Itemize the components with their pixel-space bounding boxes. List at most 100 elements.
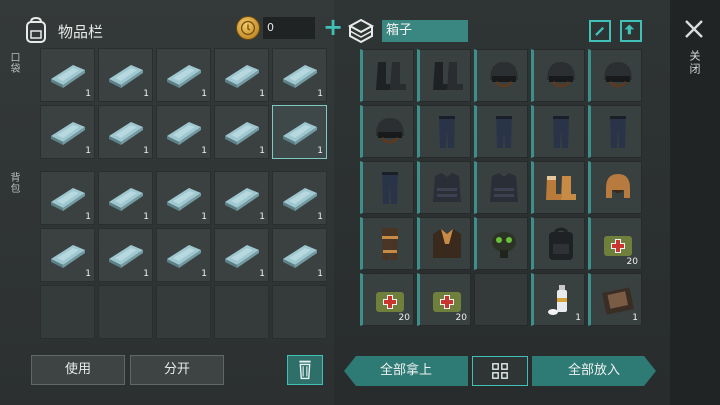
item-quantity: 1 (259, 146, 265, 156)
upload-button[interactable] (620, 20, 642, 42)
use-button[interactable]: 使用 (31, 355, 125, 385)
item-quantity: 1 (317, 269, 323, 279)
coin-value: 0 (263, 17, 315, 39)
empty-slot[interactable] (156, 285, 211, 339)
inventory-slot[interactable]: 1 (214, 171, 269, 225)
item-quantity: 1 (201, 89, 207, 99)
container-slot[interactable] (417, 105, 471, 158)
take-all-button[interactable]: 全部拿上 (344, 356, 468, 386)
container-slot[interactable]: 20 (360, 273, 414, 326)
container-slot[interactable] (588, 161, 642, 214)
add-coin-button[interactable]: + (323, 15, 343, 39)
inventory-slot[interactable]: 1 (98, 228, 153, 282)
empty-slot[interactable] (214, 285, 269, 339)
container-slot[interactable]: 20 (588, 217, 642, 270)
item-quantity: 1 (201, 146, 207, 156)
split-button[interactable]: 分开 (130, 355, 224, 385)
item-quantity: 20 (398, 313, 410, 323)
container-slot[interactable] (474, 105, 528, 158)
upload-icon (624, 24, 635, 35)
edit-button[interactable] (589, 20, 611, 42)
inventory-slot[interactable]: 1 (272, 48, 327, 102)
item-quantity: 1 (317, 89, 323, 99)
container-slot[interactable] (531, 217, 585, 270)
coin-icon (236, 16, 260, 40)
empty-slot[interactable] (474, 273, 528, 326)
backpack-label: 背包 (8, 172, 19, 194)
item-quantity: 1 (143, 89, 149, 99)
pocket-grid: 1 1 1 1 1 1 1 1 1 1 (40, 48, 327, 159)
edit-icon (595, 26, 605, 36)
container-slot[interactable]: 1 (531, 273, 585, 326)
inventory-slot[interactable]: 1 (156, 171, 211, 225)
inventory-slot[interactable]: 1 (40, 171, 95, 225)
container-slot[interactable] (417, 49, 471, 102)
item-quantity: 1 (201, 269, 207, 279)
item-quantity: 1 (575, 313, 581, 323)
inventory-slot[interactable]: 1 (40, 228, 95, 282)
inventory-slot[interactable]: 1 (40, 105, 95, 159)
empty-slot[interactable] (40, 285, 95, 339)
close-icon[interactable] (683, 18, 705, 40)
inventory-slot[interactable]: 1 (272, 171, 327, 225)
item-quantity: 1 (201, 212, 207, 222)
container-slot[interactable] (531, 49, 585, 102)
item-quantity: 1 (85, 269, 91, 279)
item-quantity: 1 (85, 89, 91, 99)
item-quantity: 1 (632, 313, 638, 323)
container-slot[interactable] (360, 49, 414, 102)
item-quantity: 1 (85, 146, 91, 156)
item-quantity: 1 (85, 212, 91, 222)
item-quantity: 1 (259, 269, 265, 279)
inventory-slot[interactable]: 1 (272, 105, 327, 159)
empty-slot[interactable] (272, 285, 327, 339)
item-quantity: 1 (259, 89, 265, 99)
container-slot[interactable] (588, 49, 642, 102)
container-slot[interactable] (588, 105, 642, 158)
inventory-slot[interactable]: 1 (214, 48, 269, 102)
container-slot[interactable] (474, 49, 528, 102)
container-title: 箱子 (382, 20, 468, 42)
inventory-slot[interactable]: 1 (214, 228, 269, 282)
trash-button[interactable] (287, 355, 323, 385)
backpack-grid: 1 1 1 1 1 1 1 1 1 1 (40, 171, 327, 339)
inventory-slot[interactable]: 1 (156, 48, 211, 102)
inventory-slot[interactable]: 1 (40, 48, 95, 102)
container-slot[interactable] (417, 161, 471, 214)
container-slot[interactable] (417, 217, 471, 270)
box-icon (347, 18, 375, 44)
inventory-slot[interactable]: 1 (98, 48, 153, 102)
backpack-icon (26, 16, 46, 43)
container-slot[interactable] (360, 161, 414, 214)
container-slot[interactable]: 20 (417, 273, 471, 326)
close-label[interactable]: 关闭 (686, 50, 702, 76)
trash-icon (299, 360, 311, 380)
item-quantity: 1 (317, 146, 323, 156)
inventory-header: 物品栏 (22, 14, 103, 48)
container-slot[interactable] (360, 105, 414, 158)
item-quantity: 1 (143, 269, 149, 279)
inventory-slot[interactable]: 1 (272, 228, 327, 282)
container-slot[interactable] (531, 161, 585, 214)
container-slot[interactable] (474, 217, 528, 270)
container-slot[interactable] (360, 217, 414, 270)
container-header: 箱子 (346, 14, 468, 48)
empty-slot[interactable] (98, 285, 153, 339)
coin-counter: 0 + (236, 15, 343, 40)
inventory-slot[interactable]: 1 (156, 105, 211, 159)
sort-button[interactable] (472, 356, 528, 386)
container-slot[interactable]: 1 (588, 273, 642, 326)
inventory-slot[interactable]: 1 (214, 105, 269, 159)
inventory-slot[interactable]: 1 (98, 105, 153, 159)
item-quantity: 20 (455, 313, 467, 323)
container-slot[interactable] (531, 105, 585, 158)
inventory-title: 物品栏 (58, 22, 104, 41)
put-all-button[interactable]: 全部放入 (532, 356, 656, 386)
container-slot[interactable] (474, 161, 528, 214)
item-quantity: 1 (143, 146, 149, 156)
item-quantity: 1 (259, 212, 265, 222)
inventory-slot[interactable]: 1 (156, 228, 211, 282)
container-grid: 20 20 20 1 1 (360, 49, 642, 326)
grid-icon (492, 363, 508, 379)
inventory-slot[interactable]: 1 (98, 171, 153, 225)
